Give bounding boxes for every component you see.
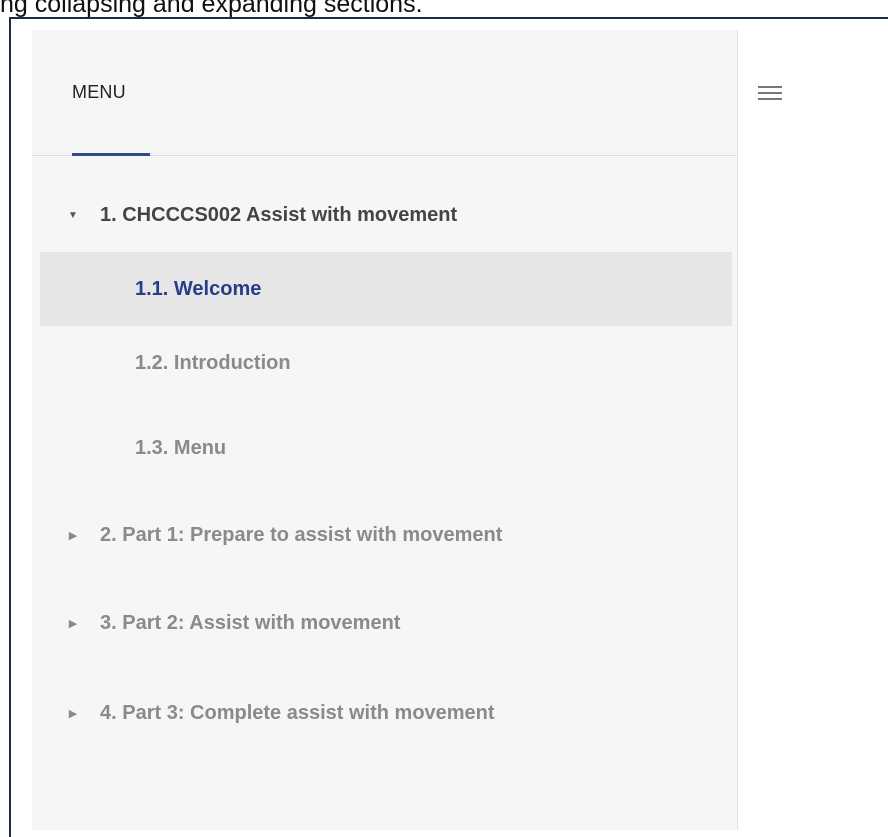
toc-section-3[interactable]: ▶ 3. Part 2: Assist with movement — [32, 586, 738, 660]
menu-title[interactable]: MENU — [72, 82, 126, 103]
caret-right-icon[interactable]: ▶ — [66, 617, 80, 630]
toc-section-4[interactable]: ▶ 4. Part 3: Complete assist with moveme… — [32, 676, 738, 750]
caret-right-icon[interactable]: ▶ — [66, 529, 80, 542]
toc-item-introduction[interactable]: 1.2. Introduction — [32, 326, 738, 400]
toc-item-introduction-label: 1.2. Introduction — [135, 351, 291, 374]
menu-tab-indicator — [72, 153, 150, 156]
toc-item-menu-label: 1.3. Menu — [135, 436, 227, 459]
toc-item-welcome[interactable]: 1.1. Welcome — [40, 252, 732, 326]
toc-item-menu[interactable]: 1.3. Menu — [32, 411, 738, 485]
toc-section-2-label: 2. Part 1: Prepare to assist with moveme… — [100, 523, 503, 546]
toc-item-welcome-label: 1.1. Welcome — [135, 277, 262, 300]
caret-right-icon[interactable]: ▶ — [66, 707, 80, 720]
toc-section-1-label: 1. CHCCCS002 Assist with movement — [100, 203, 458, 226]
toc-section-2[interactable]: ▶ 2. Part 1: Prepare to assist with move… — [32, 498, 738, 572]
hamburger-icon[interactable] — [758, 86, 782, 102]
content-pane — [739, 30, 888, 830]
toc-section-1[interactable]: ▼ 1. CHCCCS002 Assist with movement — [32, 178, 738, 252]
caret-down-icon[interactable]: ▼ — [66, 210, 80, 221]
toc-section-4-label: 4. Part 3: Complete assist with movement — [100, 701, 495, 724]
toc-section-3-label: 3. Part 2: Assist with movement — [100, 611, 401, 634]
menu-header: MENU — [32, 30, 737, 156]
sidebar-menu: MENU ▼ 1. CHCCCS002 Assist with movement… — [32, 30, 738, 830]
